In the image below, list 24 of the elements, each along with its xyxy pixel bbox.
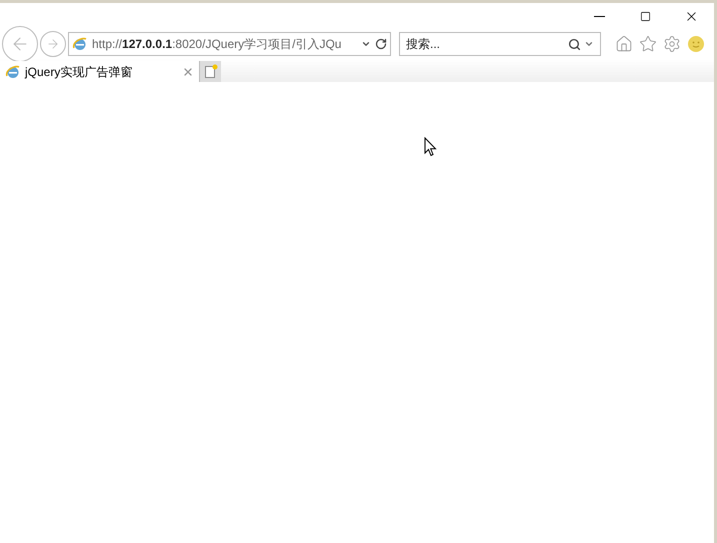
search-bar[interactable]: 搜索...	[399, 32, 601, 56]
new-tab-button[interactable]	[199, 61, 221, 82]
smiley-icon[interactable]	[687, 35, 705, 53]
dropdown-icon[interactable]	[361, 39, 371, 49]
browser-logo-icon	[5, 64, 21, 80]
refresh-icon[interactable]	[375, 38, 387, 50]
forward-button[interactable]	[40, 31, 66, 57]
new-page-icon	[204, 64, 218, 79]
close-tab-icon[interactable]	[182, 66, 194, 78]
search-input[interactable]: 搜索...	[406, 35, 568, 53]
search-icon[interactable]	[568, 38, 581, 50]
settings-icon[interactable]	[663, 35, 681, 53]
forward-arrow-icon	[46, 37, 60, 51]
dropdown-icon[interactable]	[584, 39, 594, 49]
address-text: http://127.0.0.1:8020/JQuery学习项目/引入JQu	[92, 36, 342, 53]
address-bar[interactable]: http://127.0.0.1:8020/JQuery学习项目/引入JQu	[68, 32, 391, 56]
home-icon[interactable]	[615, 35, 633, 53]
back-button[interactable]	[2, 26, 38, 62]
browser-logo-icon	[72, 36, 88, 52]
browser-tab[interactable]: jQuery实现广告弹窗	[0, 61, 199, 82]
mouse-cursor-icon	[424, 137, 437, 157]
maximize-icon	[640, 10, 650, 22]
tab-title: jQuery实现广告弹窗	[25, 64, 134, 80]
star-icon[interactable]	[639, 35, 657, 53]
